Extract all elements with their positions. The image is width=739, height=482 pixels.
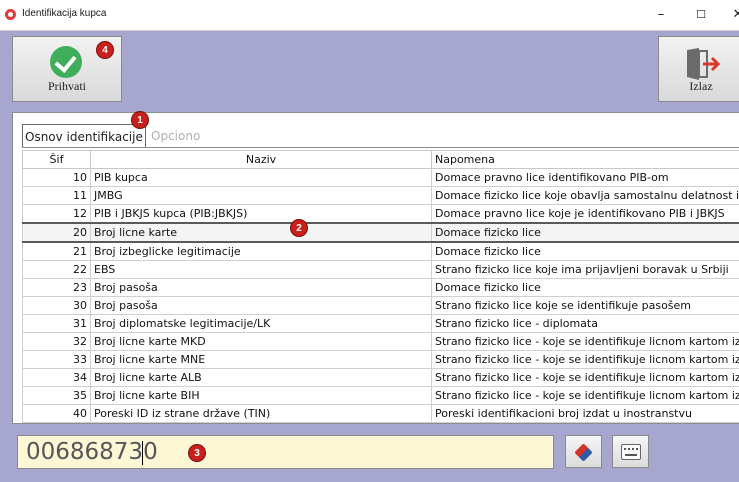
table-row[interactable]: 10 PIB kupca Domace pravno lice identifiko… [22, 168, 739, 187]
table-row[interactable]: 35 Broj licne karte BIH Strano fizicko lic… [22, 386, 739, 405]
keyboard-button[interactable] [612, 435, 649, 468]
window-title: Identifikacija kupca [22, 8, 107, 19]
cell-sif: 22 [22, 260, 91, 279]
cell-napomena: Domace fizicko lice koje obavlja samosta… [431, 186, 739, 205]
callout-marker-3: 3 [188, 444, 206, 462]
cell-naziv: JMBG [90, 186, 432, 205]
eraser-icon [574, 443, 593, 462]
identification-panel: Osnov identifikacije Opciono Šif Naziv N… [12, 112, 739, 424]
table-row[interactable]: 23 Broj pasoša Domace fizicko lice [22, 278, 739, 297]
clear-button[interactable] [565, 435, 602, 468]
cell-napomena: Domace fizicko lice [431, 241, 739, 261]
exit-button[interactable]: Izlaz [658, 36, 739, 102]
cell-napomena: Domace fizicko lice [431, 278, 739, 297]
table-row[interactable]: 34 Broj licne karte ALB Strano fizicko lic… [22, 368, 739, 387]
cell-naziv: PIB kupca [90, 168, 432, 187]
maximize-button[interactable]: ☐ [684, 2, 718, 28]
exit-label: Izlaz [689, 79, 713, 93]
tab-divider [22, 147, 739, 148]
cell-naziv: Poreski ID iz strane države (TIN) [90, 404, 432, 423]
table-row[interactable]: 33 Broj licne karte MNE Strano fizicko lic… [22, 350, 739, 369]
column-header-naziv[interactable]: Naziv [90, 150, 432, 169]
cell-sif: 10 [22, 168, 91, 187]
cell-naziv: Broj pasoša [90, 278, 432, 297]
cell-napomena: Strano fizicko lice - koje se identifiku… [431, 386, 739, 405]
cell-napomena: Domace pravno lice identifikovano PIB-om [431, 168, 739, 187]
callout-marker-4: 4 [96, 41, 114, 59]
cell-napomena: Strano fizicko lice - koje se identifiku… [431, 332, 739, 351]
cell-naziv: EBS [90, 260, 432, 279]
cell-sif: 11 [22, 186, 91, 205]
table-row[interactable]: 30 Broj pasoša Strano fizicko lice koje se… [22, 296, 739, 315]
keyboard-icon [621, 444, 641, 460]
callout-marker-2: 2 [290, 219, 308, 237]
cell-sif: 21 [22, 241, 91, 261]
identification-number-input[interactable] [17, 435, 554, 469]
check-icon [50, 46, 82, 78]
text-caret [142, 441, 143, 465]
cell-naziv: Broj diplomatske legitimacije/LK [90, 314, 432, 333]
cell-sif: 30 [22, 296, 91, 315]
cell-napomena: Poreski identifikacioni broj izdat u ino… [431, 404, 739, 423]
cell-naziv: Broj izbeglicke legitimacije [90, 241, 432, 261]
cell-sif: 23 [22, 278, 91, 297]
callout-marker-1: 1 [131, 111, 149, 129]
table-header-row: Šif Naziv Napomena [22, 150, 739, 169]
minimize-button[interactable]: – [644, 2, 678, 28]
exit-door-icon [687, 48, 721, 80]
cell-naziv: Broj licne karte [90, 222, 432, 243]
tab-osnov-identifikacije[interactable]: Osnov identifikacije [22, 124, 146, 148]
cell-napomena: Domace fizicko lice [431, 222, 739, 243]
identification-window: Identifikacija kupca – ☐ ✕ Prihvati Izla… [0, 0, 739, 482]
identification-table: Šif Naziv Napomena 10 PIB kupca Domace pra… [22, 150, 739, 423]
table-row[interactable]: 21 Broj izbeglicke legitimacije Domace fiz… [22, 241, 739, 261]
cell-naziv: Broj licne karte ALB [90, 368, 432, 387]
cell-sif: 35 [22, 386, 91, 405]
app-icon [5, 9, 16, 20]
cell-naziv: Broj licne karte BIH [90, 386, 432, 405]
table-row[interactable]: 20 Broj licne karte Domace fizicko lice [22, 222, 739, 243]
cell-napomena: Strano fizicko lice - koje se identifiku… [431, 350, 739, 369]
table-row[interactable]: 31 Broj diplomatske legitimacije/LK Strano… [22, 314, 739, 333]
cell-napomena: Strano fizicko lice koje ima prijavljeni… [431, 260, 739, 279]
close-button[interactable]: ✕ [721, 2, 739, 28]
bottom-bar [0, 425, 739, 482]
cell-sif: 20 [22, 222, 91, 243]
cell-naziv: Broj licne karte MNE [90, 350, 432, 369]
title-bar: Identifikacija kupca – ☐ ✕ [0, 0, 739, 31]
cell-sif: 12 [22, 204, 91, 224]
table-row[interactable]: 22 EBS Strano fizicko lice koje ima prijav… [22, 260, 739, 279]
cell-sif: 34 [22, 368, 91, 387]
table-row[interactable]: 32 Broj licne karte MKD Strano fizicko lic… [22, 332, 739, 351]
cell-sif: 32 [22, 332, 91, 351]
cell-sif: 33 [22, 350, 91, 369]
table-row[interactable]: 12 PIB i JBKJS kupca (PIB:JBKJS) Domace pr… [22, 204, 739, 224]
cell-napomena: Strano fizicko lice - koje se identifiku… [431, 368, 739, 387]
cell-naziv: Broj licne karte MKD [90, 332, 432, 351]
table-row[interactable]: 11 JMBG Domace fizicko lice koje obavlja s… [22, 186, 739, 205]
cell-naziv: PIB i JBKJS kupca (PIB:JBKJS) [90, 204, 432, 224]
cell-naziv: Broj pasoša [90, 296, 432, 315]
column-header-sif[interactable]: Šif [22, 150, 91, 169]
column-header-napomena[interactable]: Napomena [431, 150, 739, 169]
cell-napomena: Strano fizicko lice - diplomata [431, 314, 739, 333]
accept-label: Prihvati [48, 79, 86, 93]
table-body: 10 PIB kupca Domace pravno lice identifiko… [22, 168, 739, 423]
cell-sif: 40 [22, 404, 91, 423]
cell-napomena: Strano fizicko lice koje se identifikuje… [431, 296, 739, 315]
table-row[interactable]: 40 Poreski ID iz strane države (TIN) Pores… [22, 404, 739, 423]
tab-opciono[interactable]: Opciono [149, 124, 202, 148]
cell-napomena: Domace pravno lice koje je identifikovan… [431, 204, 739, 224]
cell-sif: 31 [22, 314, 91, 333]
